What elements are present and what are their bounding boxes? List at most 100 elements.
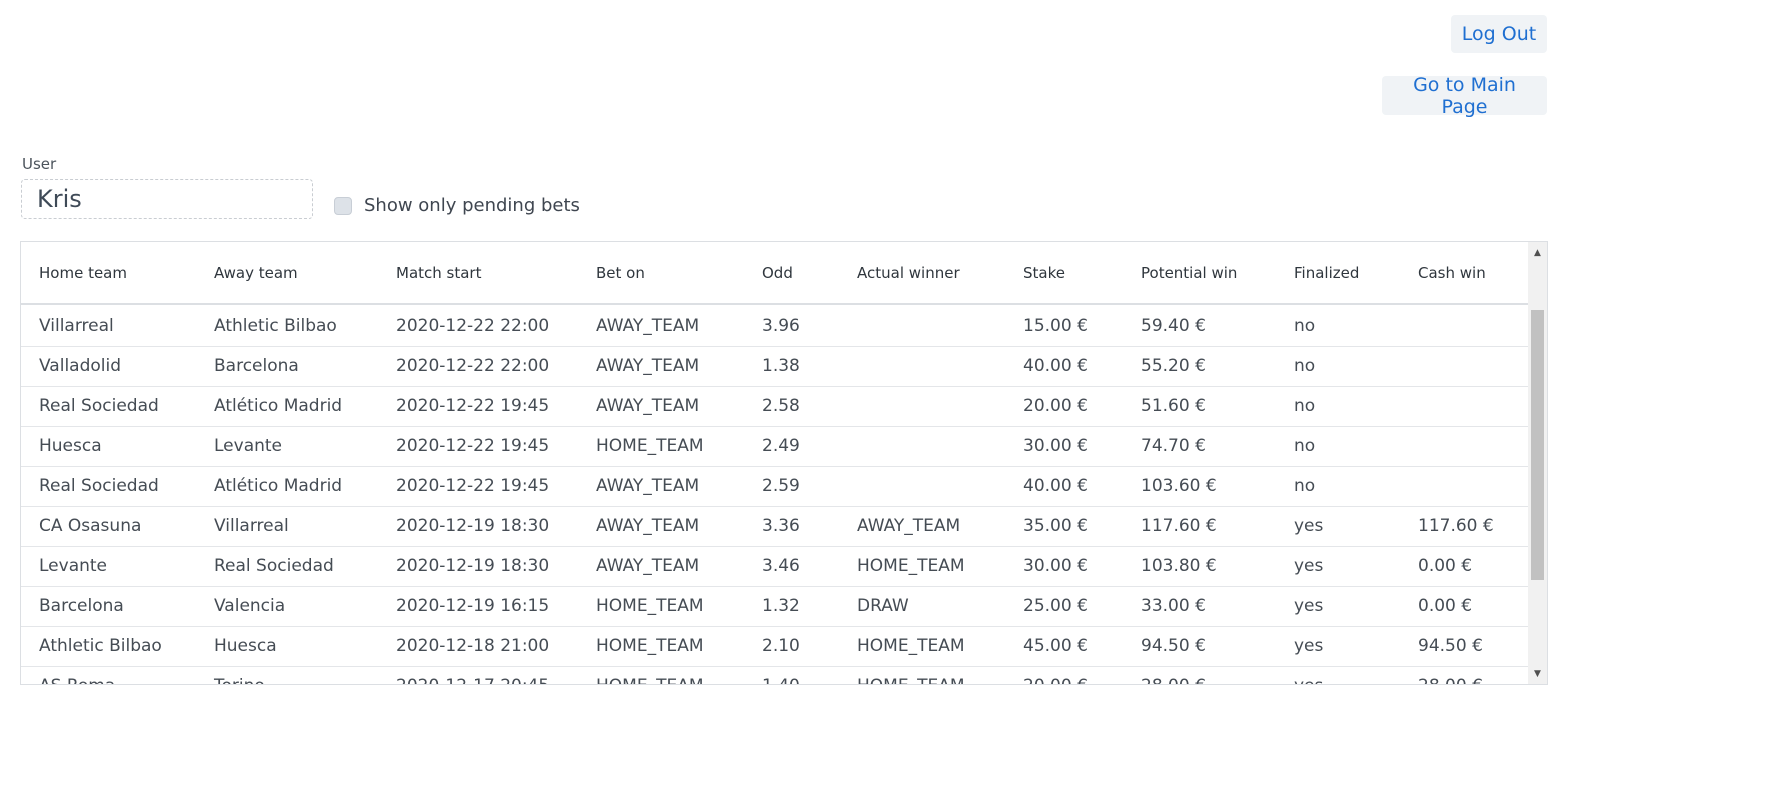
potential-win-cell: 117.60 € (1123, 506, 1276, 547)
away-team-cell: Atlético Madrid (196, 386, 378, 427)
cash-win-cell (1400, 386, 1529, 427)
match-start-cell: 2020-12-22 22:00 (378, 306, 578, 347)
away-team-cell: Atlético Madrid (196, 466, 378, 507)
home-team-cell: CA Osasuna (21, 506, 196, 547)
odd-cell: 3.36 (744, 506, 839, 547)
logout-button[interactable]: Log Out (1451, 15, 1547, 53)
home-team-cell: Huesca (21, 426, 196, 467)
home-team-cell: Valladolid (21, 346, 196, 387)
column-header-stake[interactable]: Stake (1005, 242, 1123, 305)
table-row[interactable]: CA Osasuna Villarreal 2020-12-19 18:30 AWAY… (21, 506, 1529, 547)
away-team-cell: Valencia (196, 586, 378, 627)
column-header-potential-win[interactable]: Potential win (1123, 242, 1276, 305)
actual-winner-cell: HOME_TEAM (839, 666, 1005, 684)
away-team-cell: Barcelona (196, 346, 378, 387)
stake-cell: 40.00 € (1005, 346, 1123, 387)
odd-cell: 1.32 (744, 586, 839, 627)
bet-on-cell: HOME_TEAM (578, 586, 744, 627)
bets-page: Log Out Go to Main Page User Show only p… (0, 0, 1766, 807)
potential-win-cell: 74.70 € (1123, 426, 1276, 467)
home-team-cell: AS Roma (21, 666, 196, 684)
away-team-cell: Huesca (196, 626, 378, 667)
user-input[interactable] (21, 179, 313, 219)
away-team-cell: Torino (196, 666, 378, 684)
cash-win-cell (1400, 426, 1529, 467)
match-start-cell: 2020-12-19 16:15 (378, 586, 578, 627)
finalized-cell: yes (1276, 546, 1400, 587)
bets-table-container: Home team Away team Match start Bet on O… (20, 241, 1548, 685)
column-header-odd[interactable]: Odd (744, 242, 839, 305)
column-header-actual-winner[interactable]: Actual winner (839, 242, 1005, 305)
match-start-cell: 2020-12-19 18:30 (378, 546, 578, 587)
home-team-cell: Villarreal (21, 306, 196, 347)
column-header-match-start[interactable]: Match start (378, 242, 578, 305)
match-start-cell: 2020-12-22 19:45 (378, 426, 578, 467)
table-row[interactable]: Valladolid Barcelona 2020-12-22 22:00 AWAY_… (21, 346, 1529, 387)
scroll-down-icon[interactable]: ▼ (1528, 665, 1547, 682)
stake-cell: 30.00 € (1005, 426, 1123, 467)
bet-on-cell: AWAY_TEAM (578, 506, 744, 547)
cash-win-cell (1400, 466, 1529, 507)
cash-win-cell: 28.00 € (1400, 666, 1529, 684)
table-row[interactable]: Villarreal Athletic Bilbao 2020-12-22 22:0… (21, 306, 1529, 347)
finalized-cell: no (1276, 346, 1400, 387)
potential-win-cell: 33.00 € (1123, 586, 1276, 627)
stake-cell: 45.00 € (1005, 626, 1123, 667)
pending-bets-toggle[interactable]: Show only pending bets (334, 195, 580, 216)
column-header-finalized[interactable]: Finalized (1276, 242, 1400, 305)
bets-table: Home team Away team Match start Bet on O… (21, 242, 1529, 684)
finalized-cell: no (1276, 466, 1400, 507)
home-team-cell: Real Sociedad (21, 466, 196, 507)
actual-winner-cell: DRAW (839, 586, 1005, 627)
actual-winner-cell: HOME_TEAM (839, 626, 1005, 667)
scroll-up-icon[interactable]: ▲ (1528, 244, 1547, 261)
table-row[interactable]: Barcelona Valencia 2020-12-19 16:15 HOME_TE… (21, 586, 1529, 627)
match-start-cell: 2020-12-22 19:45 (378, 386, 578, 427)
column-header-home-team[interactable]: Home team (21, 242, 196, 305)
odd-cell: 1.40 (744, 666, 839, 684)
table-row[interactable]: Levante Real Sociedad 2020-12-19 18:30 AWAY… (21, 546, 1529, 587)
stake-cell: 40.00 € (1005, 466, 1123, 507)
table-row[interactable]: Real Sociedad Atlético Madrid 2020-12-22 1… (21, 466, 1529, 507)
cash-win-cell (1400, 346, 1529, 387)
finalized-cell: yes (1276, 586, 1400, 627)
bet-on-cell: AWAY_TEAM (578, 466, 744, 507)
odd-cell: 2.49 (744, 426, 839, 467)
odd-cell: 2.10 (744, 626, 839, 667)
finalized-cell: yes (1276, 666, 1400, 684)
actual-winner-cell (839, 306, 1005, 347)
home-team-cell: Levante (21, 546, 196, 587)
go-to-main-page-button[interactable]: Go to Main Page (1382, 74, 1547, 118)
bet-on-cell: HOME_TEAM (578, 666, 744, 684)
actual-winner-cell (839, 466, 1005, 507)
table-scrollbar[interactable]: ▲ ▼ (1528, 242, 1547, 684)
table-row[interactable]: Real Sociedad Atlético Madrid 2020-12-22 1… (21, 386, 1529, 427)
column-header-cash-win[interactable]: Cash win (1400, 242, 1529, 305)
away-team-cell: Real Sociedad (196, 546, 378, 587)
odd-cell: 2.58 (744, 386, 839, 427)
bet-on-cell: AWAY_TEAM (578, 346, 744, 387)
odd-cell: 1.38 (744, 346, 839, 387)
stake-cell: 35.00 € (1005, 506, 1123, 547)
column-header-bet-on[interactable]: Bet on (578, 242, 744, 305)
actual-winner-cell: AWAY_TEAM (839, 506, 1005, 547)
column-header-away-team[interactable]: Away team (196, 242, 378, 305)
home-team-cell: Athletic Bilbao (21, 626, 196, 667)
potential-win-cell: 94.50 € (1123, 626, 1276, 667)
stake-cell: 15.00 € (1005, 306, 1123, 347)
potential-win-cell: 103.60 € (1123, 466, 1276, 507)
odd-cell: 3.46 (744, 546, 839, 587)
finalized-cell: yes (1276, 506, 1400, 547)
table-row[interactable]: AS RomaTorino2020-12-17 20:45HOME_TEAM1.… (21, 666, 1529, 684)
scrollbar-thumb[interactable] (1531, 310, 1544, 580)
table-header-row: Home team Away team Match start Bet on O… (21, 242, 1529, 305)
potential-win-cell: 55.20 € (1123, 346, 1276, 387)
away-team-cell: Athletic Bilbao (196, 306, 378, 347)
table-row[interactable]: Huesca Levante 2020-12-22 19:45 HOME_TEAM 2.… (21, 426, 1529, 467)
odd-cell: 2.59 (744, 466, 839, 507)
stake-cell: 20.00 € (1005, 386, 1123, 427)
table-row[interactable]: Athletic Bilbao Huesca 2020-12-18 21:00 HOM… (21, 626, 1529, 667)
stake-cell: 25.00 € (1005, 586, 1123, 627)
cash-win-cell: 0.00 € (1400, 546, 1529, 587)
pending-bets-checkbox[interactable] (334, 196, 352, 215)
